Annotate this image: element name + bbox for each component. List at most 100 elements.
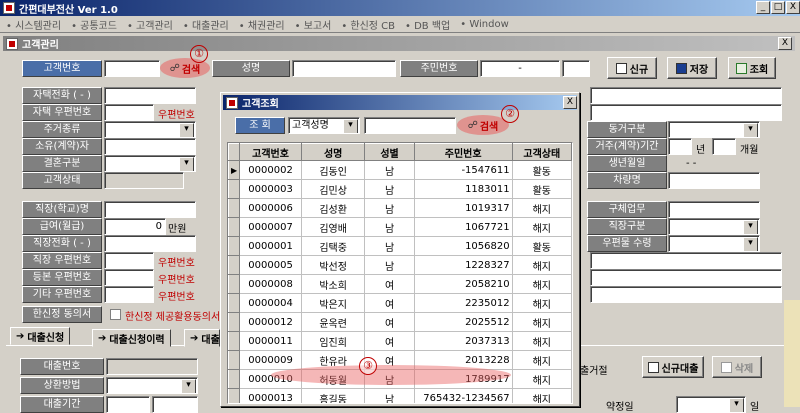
home-phone-input[interactable]	[104, 87, 196, 104]
right-input-3[interactable]	[590, 252, 782, 269]
marital-select[interactable]	[104, 155, 196, 172]
job-type-select[interactable]	[668, 218, 760, 235]
table-row[interactable]: 0000006 김성환 남 1019317 해지	[228, 198, 572, 218]
callout-1: ①	[190, 45, 208, 63]
table-row[interactable]: 0000012 윤옥련 여 2025512 해지	[228, 312, 572, 332]
period-year-input[interactable]	[668, 138, 692, 155]
new-loan-button[interactable]: 신규대출	[642, 356, 704, 378]
birthday-value[interactable]: - -	[686, 158, 696, 169]
home-zip-input[interactable]	[104, 104, 154, 121]
home-zip-link[interactable]: 우편번호	[158, 106, 195, 121]
col-sex[interactable]: 성별	[364, 143, 415, 161]
save-button[interactable]: 저장	[667, 57, 717, 79]
rrn-input-front[interactable]: -	[480, 60, 560, 77]
col-status[interactable]: 고객상태	[511, 143, 572, 161]
callout-3: ③	[359, 357, 377, 375]
name-input[interactable]	[292, 60, 396, 77]
query-button[interactable]: 조회	[728, 57, 776, 79]
name-label: 성명	[212, 60, 290, 77]
work-zip-input[interactable]	[104, 252, 154, 269]
housing-type-select[interactable]	[104, 121, 196, 138]
menu-db-backup[interactable]: • DB 백업	[405, 17, 450, 32]
menu-system[interactable]: • 시스템관리	[6, 17, 61, 32]
resident-zip-link[interactable]: 우편번호	[158, 271, 195, 286]
minimize-button[interactable]: _	[756, 1, 770, 14]
other-zip-link[interactable]: 우편번호	[158, 288, 195, 303]
col-rrn[interactable]: 주민번호	[413, 143, 513, 161]
table-row[interactable]: 0000013 홍길동 남 765432-1234567 해지	[228, 388, 572, 403]
dialog-search-button[interactable]: ☍ 검색	[461, 117, 505, 134]
owner-input[interactable]	[104, 138, 196, 155]
tab-loan-request[interactable]: ➔ 대출신청	[10, 327, 71, 345]
floppy-icon	[675, 62, 687, 74]
right-input-5[interactable]	[590, 286, 782, 303]
table-row[interactable]: 0000010 허동월 남 1789917 해지	[228, 369, 572, 389]
tab-loan[interactable]: ➔ 대출	[184, 329, 220, 347]
maximize-button[interactable]: □	[771, 1, 785, 14]
agreement-text: 한신정 제공활용동의서	[125, 312, 221, 323]
menu-cb[interactable]: • 한신정 CB	[341, 17, 395, 32]
close-button[interactable]: X	[786, 1, 800, 14]
work-zip-link[interactable]: 우편번호	[158, 254, 195, 269]
refresh-icon	[735, 62, 747, 74]
repay-select[interactable]	[106, 377, 198, 394]
table-row[interactable]: 0000011 임진희 여 2037313 해지	[228, 331, 572, 351]
owner-label: 소유(계약)자	[22, 138, 102, 155]
menu-customer[interactable]: • 고객관리	[127, 17, 173, 32]
cohabit-select[interactable]	[668, 121, 760, 138]
job-detail-input[interactable]	[668, 201, 760, 218]
salary-unit: 만원	[168, 224, 187, 235]
mail-recv-label: 우편물 수령	[587, 235, 667, 252]
table-row[interactable]: 0000007 김영배 남 1067721 해지	[228, 217, 572, 237]
table-row[interactable]: 0000001 김택중 남 1056820 활동	[228, 236, 572, 256]
tab-loan-history[interactable]: ➔ 대출신청이력	[92, 329, 171, 347]
app-icon	[3, 2, 15, 14]
salary-input[interactable]: 0	[104, 218, 166, 235]
customer-window-close-button[interactable]: X	[778, 37, 792, 50]
dialog-filter-select[interactable]: 고객성명	[288, 117, 360, 134]
menu-loan[interactable]: • 대출관리	[183, 17, 229, 32]
rrn-input-back[interactable]	[562, 60, 590, 77]
menu-common-code[interactable]: • 공통코드	[71, 17, 117, 32]
home-zip-label: 자택 우편번호	[22, 104, 102, 121]
right-input-2[interactable]	[590, 104, 782, 121]
col-name[interactable]: 성명	[300, 143, 366, 161]
loan-period-input-2[interactable]	[152, 396, 198, 413]
agreement-label: 한신정 동의서	[22, 306, 102, 323]
agreement-checkbox[interactable]	[110, 309, 121, 320]
due-day-select[interactable]	[676, 396, 746, 413]
right-input-4[interactable]	[590, 269, 782, 286]
delete-button[interactable]: 삭제	[712, 356, 762, 378]
callout-2: ②	[501, 105, 519, 123]
table-row[interactable]: 0000005 박선정 남 1228327 해지	[228, 255, 572, 275]
period-month-input[interactable]	[712, 138, 736, 155]
loan-period-input-1[interactable]	[106, 396, 150, 413]
dialog-grid-container: 고객번호 성명 성별 주민번호 고객상태 ▶ 0000002 김동인 남 -154761…	[227, 142, 573, 404]
col-cust-no[interactable]: 고객번호	[239, 143, 302, 161]
due-day-label: 약정일	[606, 402, 634, 413]
other-zip-input[interactable]	[104, 286, 154, 303]
new-button[interactable]: 신규	[607, 57, 657, 79]
table-row[interactable]: 0000009 한유라 여 2013228 해지	[228, 350, 572, 370]
dialog-icon	[226, 96, 238, 109]
table-row[interactable]: 0000008 박소희 여 2058210 해지	[228, 274, 572, 294]
work-phone-input[interactable]	[104, 235, 196, 252]
right-input-1[interactable]	[590, 87, 782, 104]
table-row[interactable]: ▶ 0000002 김동인 남 -1547611 활동	[228, 160, 572, 180]
menu-bond[interactable]: • 채권관리	[239, 17, 285, 32]
job-detail-label: 구체업무	[587, 201, 667, 218]
resident-zip-input[interactable]	[104, 269, 154, 286]
new-doc-icon	[647, 361, 659, 373]
car-input[interactable]	[668, 172, 760, 189]
workplace-input[interactable]	[104, 201, 196, 218]
table-row[interactable]: 0000003 김민상 남 1183011 활동	[228, 179, 572, 199]
binoculars-icon: ☍	[467, 120, 478, 131]
app-title: 간편대부전산 Ver 1.0	[19, 4, 118, 16]
dialog-close-button[interactable]: X	[563, 96, 577, 109]
cust-no-input[interactable]	[104, 60, 160, 77]
menu-report[interactable]: • 보고서	[295, 17, 332, 32]
dialog-search-input[interactable]	[364, 117, 456, 134]
menu-window[interactable]: • Window	[460, 19, 509, 30]
mail-recv-select[interactable]	[668, 235, 760, 252]
table-row[interactable]: 0000004 박은지 여 2235012 해지	[228, 293, 572, 313]
